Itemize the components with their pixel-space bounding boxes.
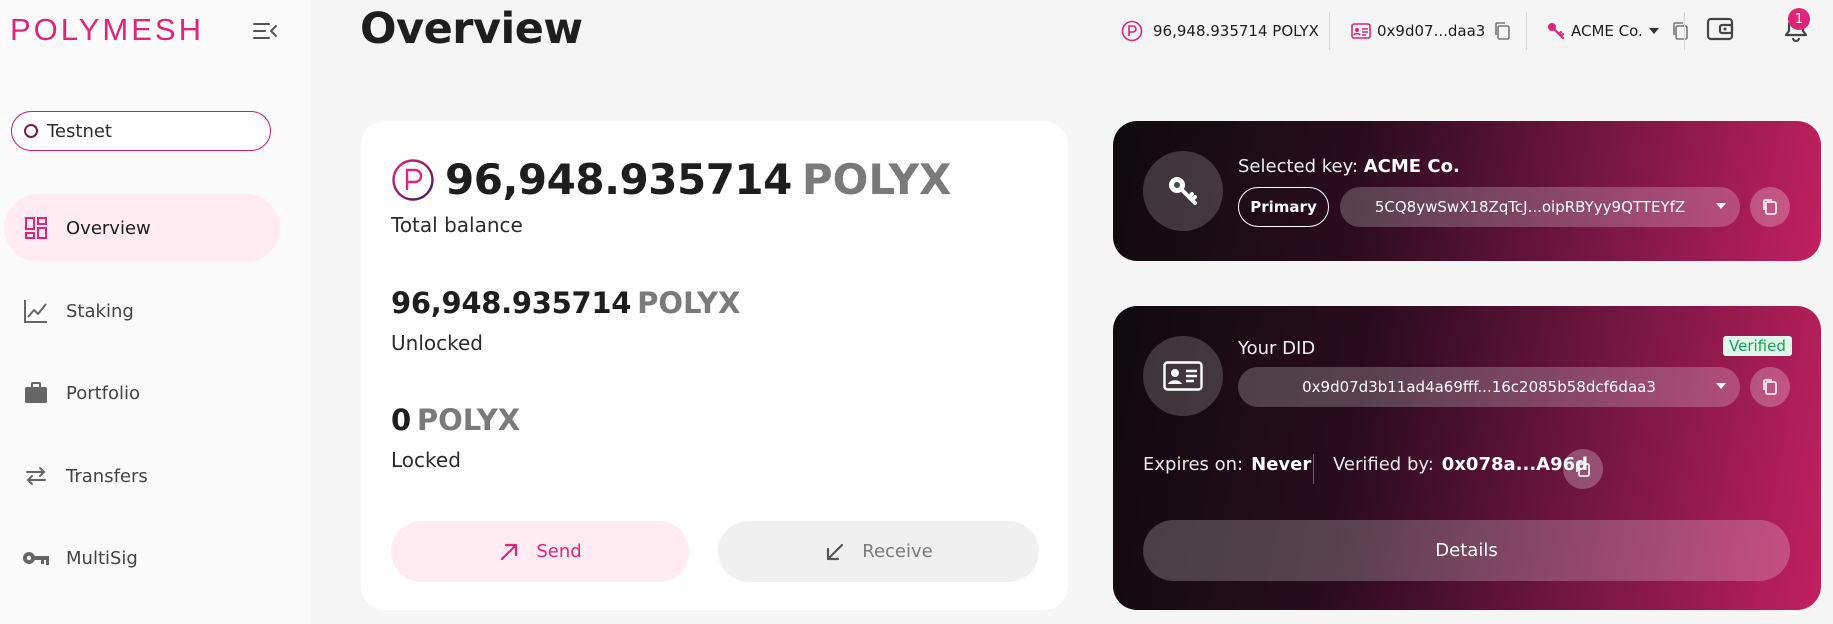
key-icon [1143, 151, 1223, 231]
header-divider [1684, 12, 1685, 50]
network-status-icon [24, 124, 38, 138]
unlocked-unit: POLYX [637, 286, 741, 320]
account-name: ACME Co. [1571, 22, 1643, 40]
key-address: 5CQ8ywSwX18ZqTcJ...oipRBYyy9QTTEYfZ [1374, 198, 1686, 216]
chevron-down-icon [1716, 383, 1726, 389]
header-did: 0x9d07...daa3 [1351, 18, 1511, 44]
briefcase-icon [22, 379, 50, 407]
key-icon [1548, 23, 1565, 40]
sidebar-item-transfers[interactable]: Transfers [4, 442, 280, 510]
sidebar-item-label: Staking [66, 300, 134, 322]
dashboard-icon [22, 214, 50, 242]
chart-line-icon [22, 297, 50, 325]
sidebar-item-staking[interactable]: Staking [4, 277, 280, 345]
sidebar-item-label: Transfers [66, 465, 148, 487]
total-balance-unit: POLYX [801, 155, 952, 204]
chevron-down-icon [1716, 203, 1726, 209]
header-balance-text: 96,948.935714 POLYX [1153, 22, 1319, 40]
copy-verifier-button[interactable] [1563, 449, 1603, 489]
sidebar-item-label: Overview [66, 217, 151, 239]
sidebar-item-label: MultiSig [66, 547, 138, 569]
meta-divider [1313, 454, 1314, 484]
total-balance-amount: 96,948.935714 [445, 155, 792, 204]
selected-key-line: Selected key: ACME Co. [1238, 156, 1460, 177]
unlocked-label: Unlocked [391, 331, 483, 355]
network-label: Testnet [47, 120, 112, 142]
receive-button[interactable]: Receive [718, 521, 1039, 582]
sidebar-item-multisig[interactable]: MultiSig [4, 524, 280, 592]
header-balance[interactable]: 96,948.935714 POLYX [1121, 18, 1319, 44]
key-address-select[interactable]: 5CQ8ywSwX18ZqTcJ...oipRBYyy9QTTEYfZ [1340, 187, 1740, 227]
chevron-down-icon [1648, 28, 1659, 34]
key-icon [22, 544, 50, 572]
sidebar: POLYMESH Testnet Overview Staking Portfo… [0, 0, 310, 624]
did-value: 0x9d07d3b11ad4a69fff...16c2085b58dcf6daa… [1302, 378, 1656, 396]
polyx-logo-icon [392, 158, 434, 201]
receive-label: Receive [862, 541, 933, 562]
arrows-swap-icon [22, 462, 50, 490]
copy-did-button[interactable] [1750, 367, 1790, 407]
wallet-icon[interactable] [1706, 16, 1734, 42]
header-did-text: 0x9d07...daa3 [1377, 22, 1486, 40]
expires-row: Expires on: Never [1143, 454, 1311, 475]
selected-key-card: Selected key: ACME Co. Primary 5CQ8ywSwX… [1113, 121, 1821, 261]
network-selector[interactable]: Testnet [11, 111, 271, 151]
locked-label: Locked [391, 448, 461, 472]
total-balance-label: Total balance [391, 213, 523, 237]
locked-unit: POLYX [416, 403, 521, 437]
account-selector[interactable]: ACME Co. [1547, 18, 1689, 44]
id-card-icon [1143, 336, 1223, 416]
polymesh-logo[interactable]: POLYMESH [10, 12, 204, 48]
unlocked-balance: 96,948.935714 POLYX [391, 286, 740, 320]
collapse-menu-icon[interactable] [252, 18, 278, 44]
sidebar-item-portfolio[interactable]: Portfolio [4, 359, 280, 427]
copy-icon[interactable] [1493, 21, 1511, 41]
details-button[interactable]: Details [1143, 520, 1790, 581]
verified-by-label: Verified by: [1333, 454, 1434, 475]
selected-key-prefix: Selected key: [1238, 156, 1359, 177]
expires-value: Never [1251, 454, 1312, 475]
notification-count-badge: 1 [1788, 8, 1810, 30]
verified-by-row: Verified by: 0x078a...A96d [1333, 454, 1588, 475]
send-label: Send [536, 541, 582, 562]
primary-key-badge: Primary [1238, 187, 1329, 227]
unlocked-amount: 96,948.935714 [391, 286, 632, 320]
send-button[interactable]: Send [391, 521, 689, 582]
did-select[interactable]: 0x9d07d3b11ad4a69fff...16c2085b58dcf6daa… [1238, 367, 1740, 407]
total-balance: 96,948.935714 POLYX [391, 155, 951, 204]
page-title: Overview [360, 4, 583, 54]
sidebar-item-label: Portfolio [66, 382, 141, 404]
copy-icon [1576, 461, 1590, 477]
did-card: Your DID Verified 0x9d07d3b11ad4a69fff..… [1113, 306, 1821, 610]
copy-icon [1763, 379, 1777, 395]
did-label: Your DID [1238, 338, 1316, 359]
arrow-down-left-icon [827, 543, 844, 560]
copy-icon[interactable] [1671, 21, 1689, 41]
balance-card: 96,948.935714 POLYX Total balance 96,948… [361, 121, 1068, 610]
header-divider [1526, 12, 1527, 50]
locked-balance: 0 POLYX [391, 403, 520, 437]
copy-icon [1763, 199, 1777, 215]
expires-label: Expires on: [1143, 454, 1244, 475]
header-divider [1329, 12, 1330, 50]
sidebar-item-overview[interactable]: Overview [4, 194, 280, 262]
verified-badge: Verified [1723, 336, 1792, 356]
arrow-up-right-icon [501, 543, 518, 560]
locked-amount: 0 [391, 403, 411, 437]
id-card-icon [1351, 23, 1371, 39]
copy-key-button[interactable] [1750, 187, 1790, 227]
polyx-icon [1121, 20, 1143, 42]
selected-key-name: ACME Co. [1363, 156, 1460, 177]
